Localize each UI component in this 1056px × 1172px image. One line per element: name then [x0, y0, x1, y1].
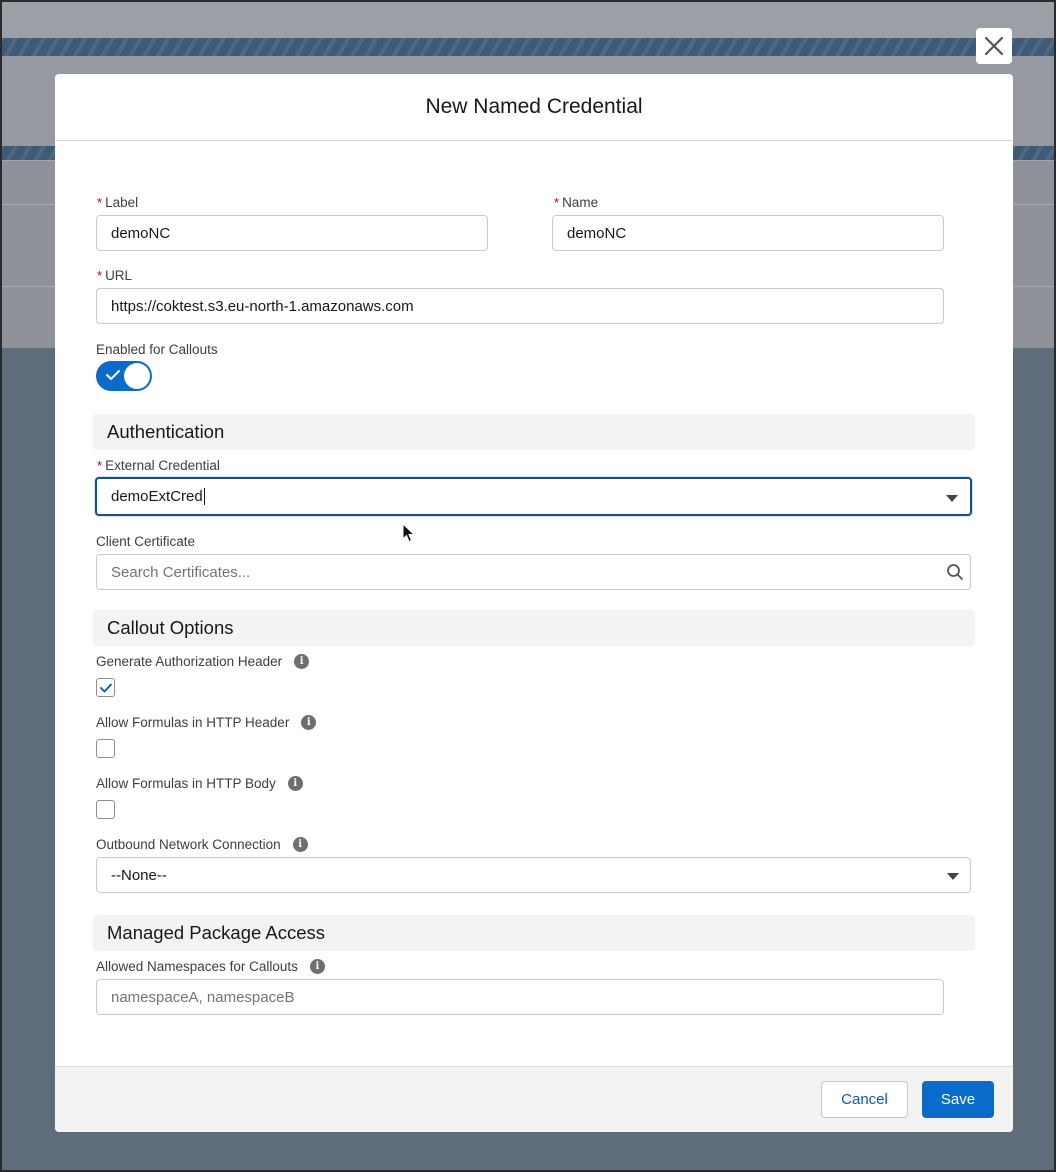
toggle-knob [124, 363, 150, 389]
check-icon [99, 683, 112, 692]
allowed-namespaces-text: Allowed Namespaces for Callouts [96, 959, 298, 974]
outbound-network-value: --None-- [111, 866, 167, 884]
background-header [0, 0, 1056, 38]
url-field-text: URL [105, 268, 133, 283]
allowed-namespaces-input[interactable]: namespaceA, namespaceB [96, 979, 944, 1015]
external-credential-combobox[interactable]: demoExtCred [95, 477, 972, 516]
label-field-label: * Label [97, 195, 138, 210]
chevron-down-icon [947, 873, 959, 880]
allow-formulas-body-text: Allow Formulas in HTTP Body [96, 776, 276, 791]
search-icon [947, 564, 963, 580]
close-modal-button[interactable] [976, 28, 1012, 64]
outbound-network-label: Outbound Network Connection i [96, 837, 308, 852]
text-caret [203, 488, 205, 505]
managed-package-section-header: Managed Package Access [93, 915, 975, 951]
info-icon[interactable]: i [287, 776, 303, 791]
generate-auth-header-checkbox[interactable] [96, 678, 115, 697]
allowed-namespaces-label: Allowed Namespaces for Callouts i [96, 959, 325, 974]
chevron-down-icon [946, 495, 958, 502]
allow-formulas-body-checkbox[interactable] [96, 800, 115, 819]
modal-header: New Named Credential [55, 74, 1013, 141]
required-marker: * [97, 195, 103, 210]
save-button[interactable]: Save [922, 1081, 994, 1118]
client-certificate-placeholder: Search Certificates... [111, 563, 251, 581]
generate-auth-header-text: Generate Authorization Header [96, 654, 283, 669]
check-icon [106, 370, 120, 380]
callout-options-section-header: Callout Options [93, 610, 975, 646]
info-icon[interactable]: i [294, 654, 310, 669]
external-credential-value: demoExtCred [111, 488, 203, 505]
allowed-namespaces-placeholder: namespaceA, namespaceB [111, 988, 295, 1006]
enabled-for-callouts-label: Enabled for Callouts [96, 342, 218, 357]
info-icon[interactable]: i [309, 959, 325, 974]
label-input[interactable]: demoNC [96, 215, 488, 251]
name-field-text: Name [562, 195, 599, 210]
new-named-credential-modal: New Named Credential * Label demoNC * Na… [55, 74, 1013, 1132]
allow-formulas-header-checkbox[interactable] [96, 739, 115, 758]
outbound-network-select[interactable]: --None-- [96, 857, 971, 893]
url-input[interactable]: https://coktest.s3.eu-north-1.amazonaws.… [96, 288, 944, 324]
label-input-value: demoNC [111, 224, 171, 242]
allow-formulas-header-text: Allow Formulas in HTTP Header [96, 715, 290, 730]
required-marker: * [97, 458, 103, 473]
modal-footer: Cancel Save [55, 1066, 1013, 1132]
external-credential-text: External Credential [105, 458, 220, 473]
close-icon [984, 36, 1004, 56]
client-certificate-label: Client Certificate [96, 534, 196, 549]
info-icon[interactable]: i [301, 715, 317, 730]
external-credential-label: * External Credential [97, 458, 220, 473]
name-input[interactable]: demoNC [552, 215, 944, 251]
enabled-for-callouts-toggle[interactable] [96, 361, 152, 391]
client-certificate-search-input[interactable]: Search Certificates... [96, 554, 971, 590]
outbound-network-text: Outbound Network Connection [96, 837, 281, 852]
allow-formulas-body-label: Allow Formulas in HTTP Body i [96, 776, 303, 791]
authentication-section-header: Authentication [93, 414, 975, 450]
label-field-text: Label [105, 195, 139, 210]
name-input-value: demoNC [567, 224, 627, 242]
mouse-pointer-icon [402, 523, 416, 543]
allow-formulas-header-label: Allow Formulas in HTTP Header i [96, 715, 317, 730]
url-field-label: * URL [97, 268, 132, 283]
required-marker: * [554, 195, 560, 210]
name-field-label: * Name [554, 195, 598, 210]
background-banner [0, 38, 1056, 56]
modal-title: New Named Credential [425, 95, 643, 118]
url-input-value: https://coktest.s3.eu-north-1.amazonaws.… [111, 297, 414, 315]
cancel-button[interactable]: Cancel [821, 1081, 908, 1118]
required-marker: * [97, 268, 103, 283]
generate-auth-header-label: Generate Authorization Header i [96, 654, 310, 669]
info-icon[interactable]: i [292, 837, 308, 852]
